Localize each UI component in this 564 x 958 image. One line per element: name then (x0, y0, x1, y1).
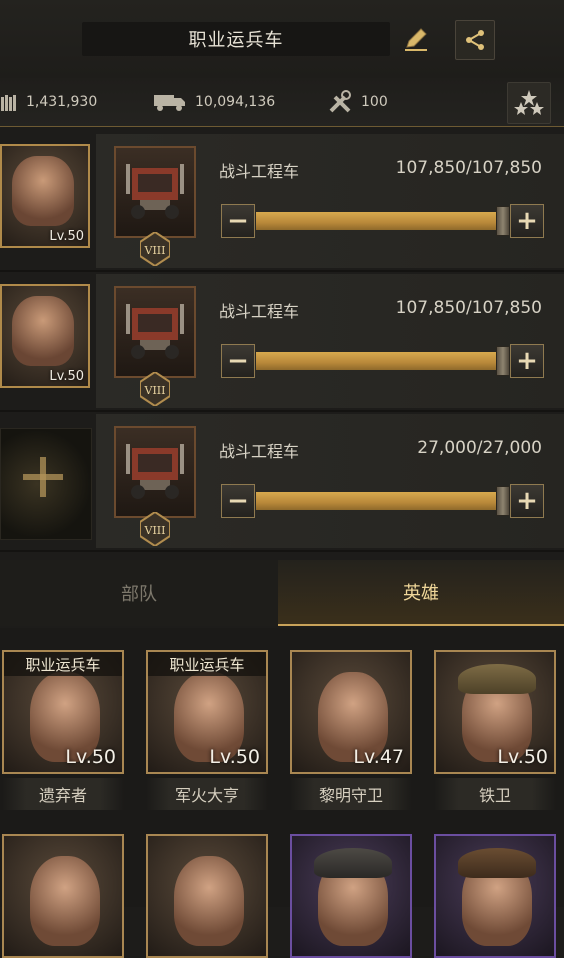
officer-cap (314, 848, 392, 878)
unit-card[interactable] (114, 286, 196, 378)
hero-portrait (174, 856, 244, 946)
increase-button[interactable]: + (510, 484, 544, 518)
rank-stars-button[interactable] (507, 82, 551, 124)
hero-grid: 职业运兵车 Lv.50 遗弃者 职业运兵车 Lv.50 军火大亨 Lv.47 黎… (0, 628, 564, 958)
slider-handle[interactable] (496, 206, 510, 236)
hero-name: 遗弃者 (2, 778, 124, 810)
truck-unit-icon (126, 444, 184, 499)
assigned-hero-slot[interactable]: Lv.50 (0, 144, 90, 248)
tab-heroes[interactable]: 英雄 (278, 560, 564, 626)
truck-unit-icon (126, 304, 184, 359)
ammo-icon (0, 91, 18, 113)
unit-count: 107,850/107,850 (395, 298, 542, 318)
hero-level: Lv.50 (497, 746, 548, 768)
troop-slider[interactable] (256, 206, 510, 236)
tab-bar: 部队 英雄 (0, 560, 564, 626)
share-icon (466, 30, 484, 50)
assigned-hero-slot[interactable]: Lv.50 (0, 284, 90, 388)
hero-portrait (12, 156, 74, 226)
unit-name: 战斗工程车 (219, 162, 300, 181)
unit-card[interactable] (114, 146, 196, 238)
decrease-button[interactable]: − (221, 204, 255, 238)
rank-badge-icon: VIII (140, 232, 170, 266)
hero-portrait (12, 296, 74, 366)
empty-hero-slot[interactable] (0, 428, 92, 540)
hero-level: Lv.50 (209, 746, 260, 768)
stats-bar: 1,431,930 10,094,136 100 (0, 78, 564, 127)
squad-row: Lv.50 VIII 战斗工程车 107,850/107,850 − + (0, 274, 564, 414)
decrease-button[interactable]: − (221, 484, 255, 518)
svg-text:VIII: VIII (144, 524, 166, 537)
unit-card[interactable] (114, 426, 196, 518)
hero-level: Lv.50 (49, 369, 84, 384)
truck-unit-icon (126, 164, 184, 219)
slider-fill (256, 212, 510, 230)
team-name: 职业运兵车 (82, 22, 390, 56)
troop-slider[interactable] (256, 346, 510, 376)
tab-troops[interactable]: 部队 (0, 560, 278, 626)
repair-value: 100 (361, 94, 388, 110)
unit-name: 战斗工程车 (219, 442, 300, 461)
rank-badge-icon: VIII (140, 372, 170, 406)
increase-button[interactable]: + (510, 344, 544, 378)
troop-count-value: 1,431,930 (26, 94, 98, 110)
hero-level: Lv.47 (353, 746, 404, 768)
load-stat: 10,094,136 (153, 78, 275, 126)
svg-text:VIII: VIII (144, 384, 166, 397)
slider-handle[interactable] (496, 486, 510, 516)
decrease-button[interactable]: − (221, 344, 255, 378)
slider-handle[interactable] (496, 346, 510, 376)
beret (458, 848, 536, 878)
hero-level: Lv.50 (65, 746, 116, 768)
repair-stat: 100 (327, 78, 388, 126)
unit-count: 107,850/107,850 (395, 158, 542, 178)
assigned-tag: 职业运兵车 (148, 652, 266, 676)
truck-icon (153, 91, 187, 113)
troop-slider[interactable] (256, 486, 510, 516)
slider-fill (256, 492, 510, 510)
hero-name: 军火大亨 (146, 778, 268, 810)
add-hero-icon (23, 457, 63, 497)
edit-name-button[interactable] (398, 22, 434, 56)
unit-count: 27,000/27,000 (417, 438, 542, 458)
rank-badge-icon: VIII (140, 512, 170, 546)
troop-count-stat: 1,431,930 (0, 78, 97, 126)
increase-button[interactable]: + (510, 204, 544, 238)
hero-portrait (30, 856, 100, 946)
unit-name: 战斗工程车 (219, 302, 300, 321)
hero-name: 黎明守卫 (290, 778, 412, 810)
svg-text:VIII: VIII (144, 244, 166, 257)
wrench-icon (327, 89, 353, 115)
squad-row: VIII 战斗工程车 27,000/27,000 − + (0, 414, 564, 554)
stars-icon (514, 90, 544, 115)
slider-fill (256, 352, 510, 370)
squad-row: Lv.50 VIII 战斗工程车 107,850/107,850 − + (0, 134, 564, 274)
share-button[interactable] (455, 20, 495, 60)
officer-cap (458, 664, 536, 694)
hero-name: 铁卫 (434, 778, 556, 810)
assigned-tag: 职业运兵车 (4, 652, 122, 676)
pencil-icon (405, 28, 427, 51)
hero-level: Lv.50 (49, 229, 84, 244)
load-value: 10,094,136 (195, 94, 276, 110)
